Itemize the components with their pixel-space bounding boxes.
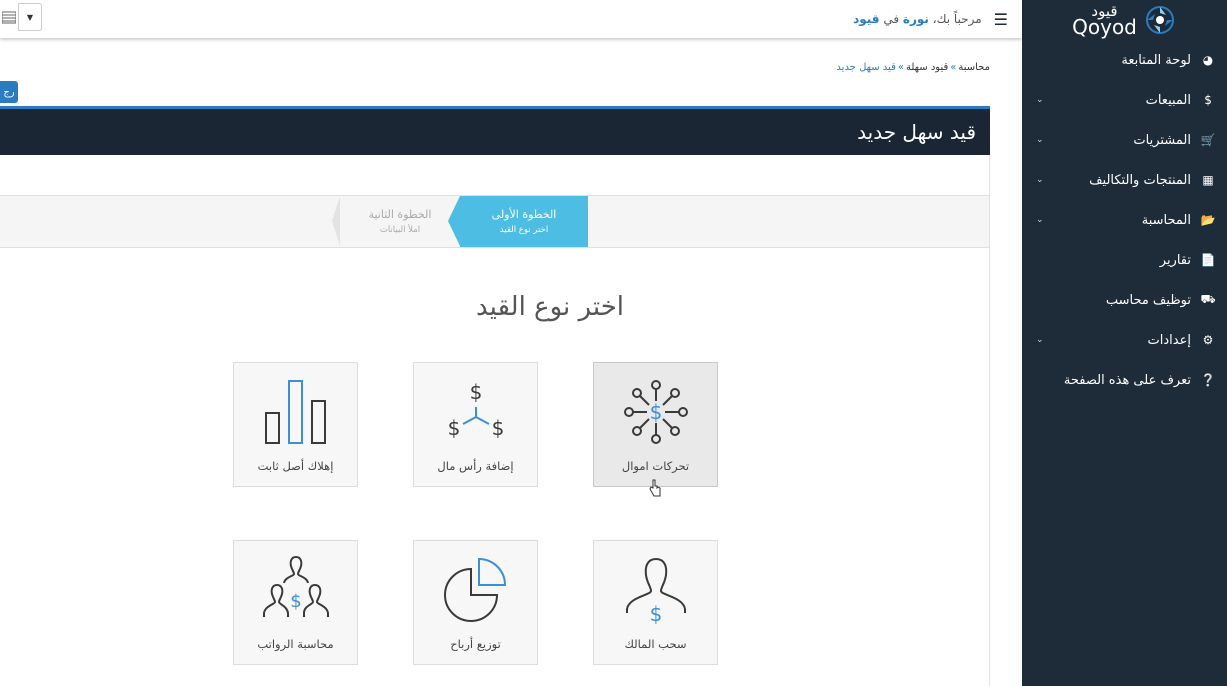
chevron-down-icon: ⌄: [1036, 215, 1044, 225]
document-icon: 📄: [1200, 253, 1216, 267]
chevron-down-icon: ⌄: [1036, 175, 1044, 185]
truck-icon: ⛟: [1200, 292, 1216, 306]
option-owner-withdrawal[interactable]: $ سحب المالك: [593, 540, 718, 665]
wizard-step-1[interactable]: الخطوة الأولى اختر نوع القيد: [448, 196, 588, 247]
svg-text:$: $: [447, 416, 460, 440]
breadcrumb: محاسبة»قيود سهلة»قيد سهل جديد: [836, 62, 990, 73]
capital-icon: $ $ $: [414, 373, 537, 451]
svg-text:$: $: [491, 416, 504, 440]
sidebar-item-5[interactable]: 📄 تقارير: [1022, 240, 1227, 280]
svg-text:$: $: [649, 602, 662, 625]
svg-text:$: $: [649, 400, 662, 424]
sidebar-item-label: المحاسبة: [1141, 212, 1191, 228]
sidebar-item-label: المبيعات: [1145, 92, 1191, 108]
svg-text:$: $: [290, 591, 301, 612]
welcome-in: في: [883, 12, 900, 26]
breadcrumb-separator: »: [950, 62, 957, 73]
option-profit-distribution[interactable]: توزيع أرباح: [413, 540, 538, 665]
chevron-down-icon: ⌄: [1036, 335, 1044, 345]
breadcrumb-item-accounting[interactable]: محاسبة: [958, 62, 990, 73]
logo-text: قيود Qoyod: [1072, 3, 1137, 39]
welcome-prefix: مرحباً بك،: [932, 12, 982, 26]
svg-text:$: $: [469, 380, 482, 404]
sidebar-item-label: المشتريات: [1133, 132, 1191, 148]
sidebar-item-4[interactable]: 📂 المحاسبة ⌄: [1022, 200, 1227, 240]
option-label: محاسبة الرواتب: [257, 637, 334, 651]
choose-type-heading: اختر نوع القيد: [476, 292, 624, 322]
grid-icon: ▦: [1202, 173, 1214, 187]
hand-cursor-icon: [649, 479, 661, 497]
option-label: تحركات اموال: [621, 459, 690, 473]
building-icon[interactable]: [0, 3, 18, 31]
option-add-capital[interactable]: $ $ $ إضافة رأس مال: [413, 362, 538, 487]
sidebar-item-1[interactable]: $ المبيعات ⌄: [1022, 80, 1227, 120]
option-label: توزيع أرباح: [450, 637, 501, 651]
option-label: سحب المالك: [624, 637, 687, 651]
chevron-down-icon: ⌄: [1036, 135, 1044, 145]
sidebar-item-label: تقارير: [1159, 252, 1191, 268]
sidebar-item-label: لوحة المتابعة: [1121, 52, 1191, 68]
top-bar: ☰ مرحباً بك، نورة في قيود ▼: [0, 0, 1022, 38]
owner-withdraw-icon: $: [594, 551, 717, 629]
payroll-icon: $: [234, 551, 357, 629]
breadcrumb-separator: »: [897, 62, 904, 73]
option-payroll[interactable]: $ محاسبة الرواتب: [233, 540, 358, 665]
sidebar-item-3[interactable]: ▦ المنتجات والتكاليف ⌄: [1022, 160, 1227, 200]
company-name[interactable]: قيود: [853, 12, 879, 26]
sidebar-item-label: المنتجات والتكاليف: [1089, 172, 1191, 188]
bar-chart-icon: [234, 373, 357, 451]
caret-down-icon[interactable]: ▼: [18, 3, 42, 31]
wizard-step-2[interactable]: الخطوة الثانية املأ البيانات: [332, 196, 460, 247]
wizard-step-2-subtitle: املأ البيانات: [379, 225, 421, 235]
panel-header: قيد سهل جديد: [0, 106, 990, 155]
sidebar-nav: ◕ لوحة المتابعة $ المبيعات ⌄ 🛒 المشتريات ⌄ ▦ المن…: [1022, 40, 1227, 400]
top-action-button[interactable]: رج: [0, 81, 18, 103]
sidebar: قيود Qoyod ◕ لوحة المتابعة $ المبيعات ⌄ 🛒 المش…: [1022, 0, 1227, 686]
cart-icon: 🛒: [1200, 133, 1216, 147]
option-depreciation[interactable]: إهلاك أصل ثابت: [233, 362, 358, 487]
sidebar-item-label: إعدادات: [1147, 332, 1191, 348]
option-money-movements[interactable]: $ تحركات اموال: [593, 362, 718, 487]
option-label: إهلاك أصل ثابت: [257, 459, 334, 473]
logo-mark-icon: [1145, 6, 1174, 34]
menu-toggle-icon[interactable]: ☰: [994, 10, 1008, 29]
sidebar-item-8[interactable]: ❔ تعرف على هذه الصفحة: [1022, 360, 1227, 400]
page-title: قيد سهل جديد: [857, 120, 976, 144]
dashboard-icon: ◕: [1202, 53, 1214, 67]
sidebar-item-0[interactable]: ◕ لوحة المتابعة: [1022, 40, 1227, 80]
app-logo[interactable]: قيود Qoyod: [1022, 0, 1227, 40]
breadcrumb-item-easy-entries[interactable]: قيود سهلة: [906, 62, 948, 73]
pie-chart-icon: [414, 551, 537, 629]
user-name[interactable]: نورة: [903, 12, 929, 26]
sidebar-item-label: تعرف على هذه الصفحة: [1063, 372, 1191, 388]
welcome-text: مرحباً بك، نورة في قيود: [853, 12, 982, 26]
breadcrumb-item-current: قيد سهل جديد: [836, 62, 896, 73]
option-label: إضافة رأس مال: [437, 459, 514, 473]
wizard-step-1-subtitle: اختر نوع القيد: [499, 225, 549, 235]
company-switcher[interactable]: ▼: [0, 3, 42, 31]
wizard-step-2-title: الخطوة الثانية: [368, 208, 432, 221]
sidebar-item-2[interactable]: 🛒 المشتريات ⌄: [1022, 120, 1227, 160]
sidebar-item-6[interactable]: ⛟ توظيف محاسب: [1022, 280, 1227, 320]
money-flow-icon: $: [594, 373, 717, 451]
dollar-icon: $: [1204, 93, 1212, 107]
folder-icon: 📂: [1200, 213, 1216, 227]
wizard-step-1-title: الخطوة الأولى: [491, 208, 557, 221]
gear-icon: ⚙: [1202, 333, 1214, 347]
sidebar-item-7[interactable]: ⚙ إعدادات ⌄: [1022, 320, 1227, 360]
wizard-steps: الخطوة الثانية املأ البيانات الخطوة الأو…: [0, 195, 990, 248]
logo-latin-text: Qoyod: [1072, 14, 1137, 39]
chevron-down-icon: ⌄: [1036, 95, 1044, 105]
sidebar-item-label: توظيف محاسب: [1105, 292, 1191, 308]
question-circle-icon: ❔: [1200, 373, 1216, 387]
